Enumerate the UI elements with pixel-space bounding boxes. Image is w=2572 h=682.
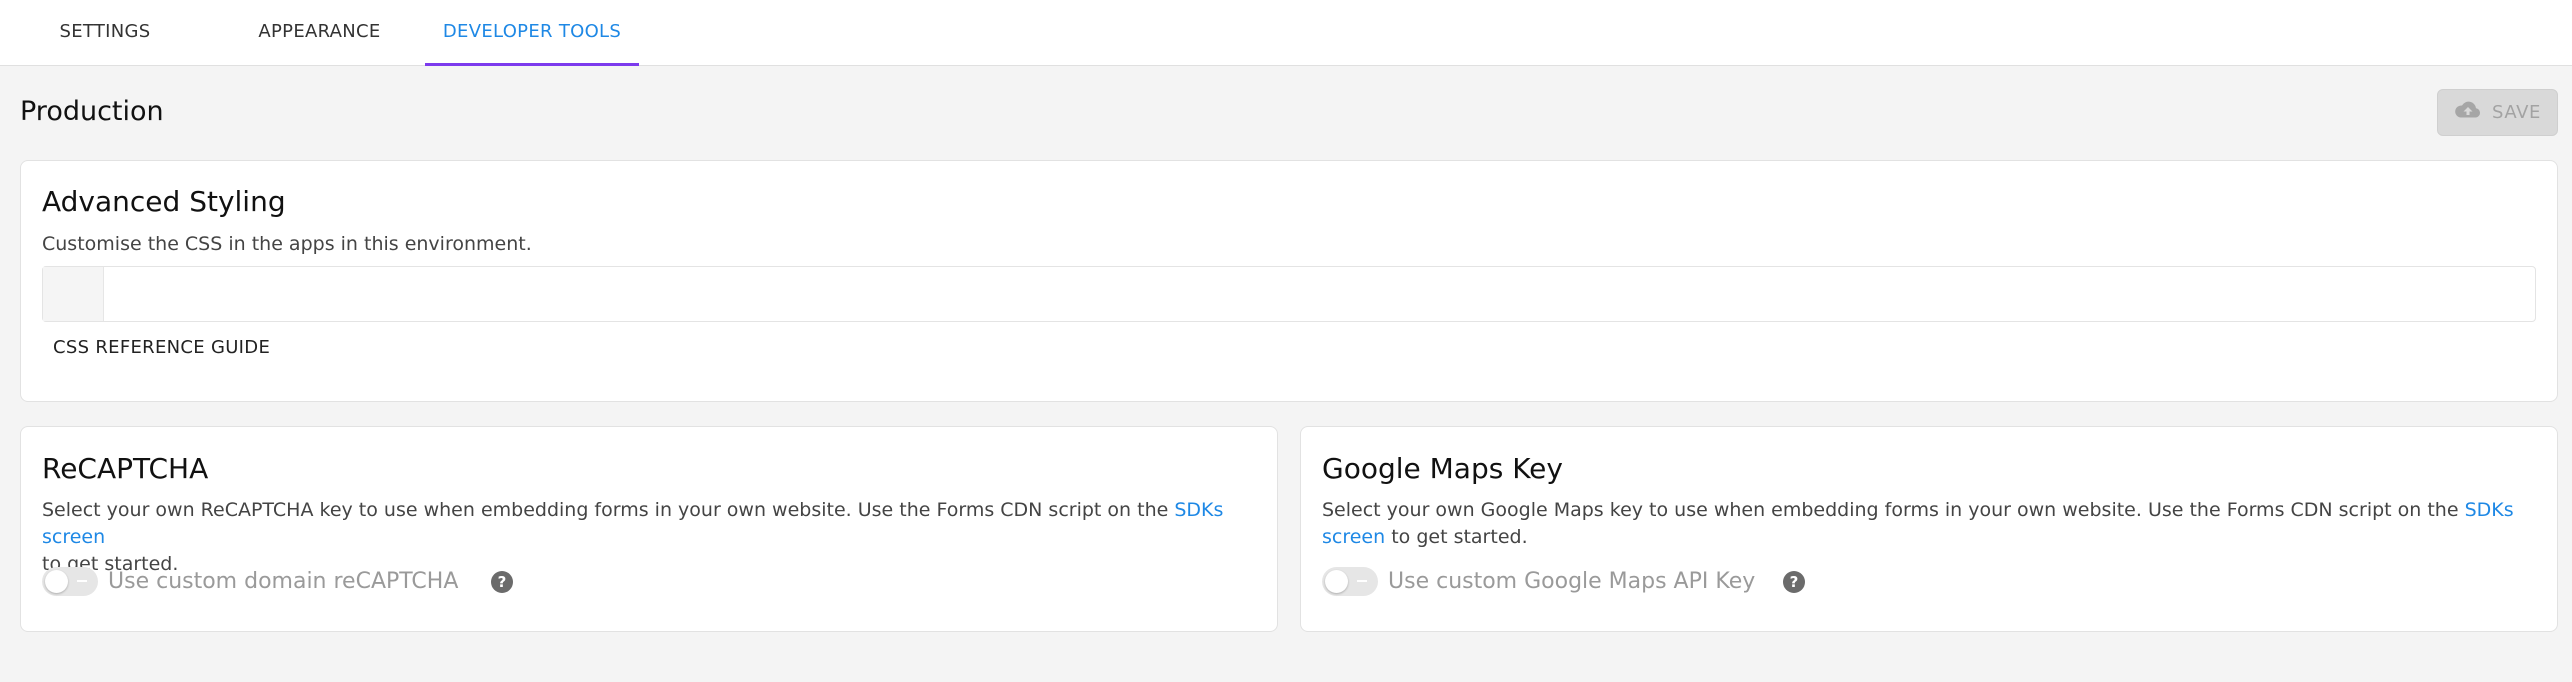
google-maps-card: Google Maps Key Select your own Google M…	[1300, 426, 2558, 632]
toggle-knob	[1325, 570, 1348, 593]
recaptcha-description-text: Select your own ReCAPTCHA key to use whe…	[42, 499, 1175, 521]
toggle-dash	[77, 580, 87, 582]
recaptcha-description: Select your own ReCAPTCHA key to use whe…	[42, 497, 1267, 578]
css-reference-guide-button[interactable]: CSS REFERENCE GUIDE	[53, 337, 270, 358]
save-button[interactable]: SAVE	[2437, 89, 2558, 136]
css-editor[interactable]	[42, 266, 2536, 322]
recaptcha-toggle-row: Use custom domain reCAPTCHA	[42, 567, 458, 596]
google-maps-toggle-row: Use custom Google Maps API Key	[1322, 567, 1755, 596]
google-maps-description-text: Select your own Google Maps key to use w…	[1322, 499, 2465, 521]
google-maps-toggle-label: Use custom Google Maps API Key	[1388, 569, 1756, 594]
advanced-styling-title: Advanced Styling	[42, 185, 286, 218]
recaptcha-card: ReCAPTCHA Select your own ReCAPTCHA key …	[20, 426, 1278, 632]
toggle-dash	[1357, 580, 1367, 582]
sdks-screen-link-continued[interactable]: screen	[1322, 526, 1385, 548]
tab-developer-tools[interactable]: DEVELOPER TOOLS	[425, 0, 639, 66]
page-title: Production	[20, 96, 164, 127]
google-maps-toggle[interactable]	[1322, 567, 1378, 596]
recaptcha-title: ReCAPTCHA	[42, 452, 209, 485]
tab-settings[interactable]: SETTINGS	[42, 0, 168, 66]
help-icon[interactable]: ?	[491, 571, 513, 593]
save-label: SAVE	[2491, 102, 2541, 123]
google-maps-description-text-2: to get started.	[1385, 526, 1528, 548]
advanced-styling-description: Customise the CSS in the apps in this en…	[42, 233, 532, 255]
recaptcha-toggle[interactable]	[42, 567, 98, 596]
recaptcha-toggle-label: Use custom domain reCAPTCHA	[108, 569, 459, 594]
toggle-knob	[45, 570, 68, 593]
advanced-styling-card: Advanced Styling Customise the CSS in th…	[20, 160, 2558, 402]
sdks-screen-link[interactable]: SDKs	[2465, 499, 2514, 521]
tab-bar: SETTINGS APPEARANCE DEVELOPER TOOLS	[0, 0, 2572, 66]
cloud-upload-icon	[2454, 100, 2482, 125]
css-editor-gutter	[43, 267, 104, 321]
tab-appearance[interactable]: APPEARANCE	[238, 0, 401, 66]
google-maps-title: Google Maps Key	[1322, 452, 1563, 485]
help-icon[interactable]: ?	[1783, 571, 1805, 593]
google-maps-description: Select your own Google Maps key to use w…	[1322, 497, 2547, 551]
